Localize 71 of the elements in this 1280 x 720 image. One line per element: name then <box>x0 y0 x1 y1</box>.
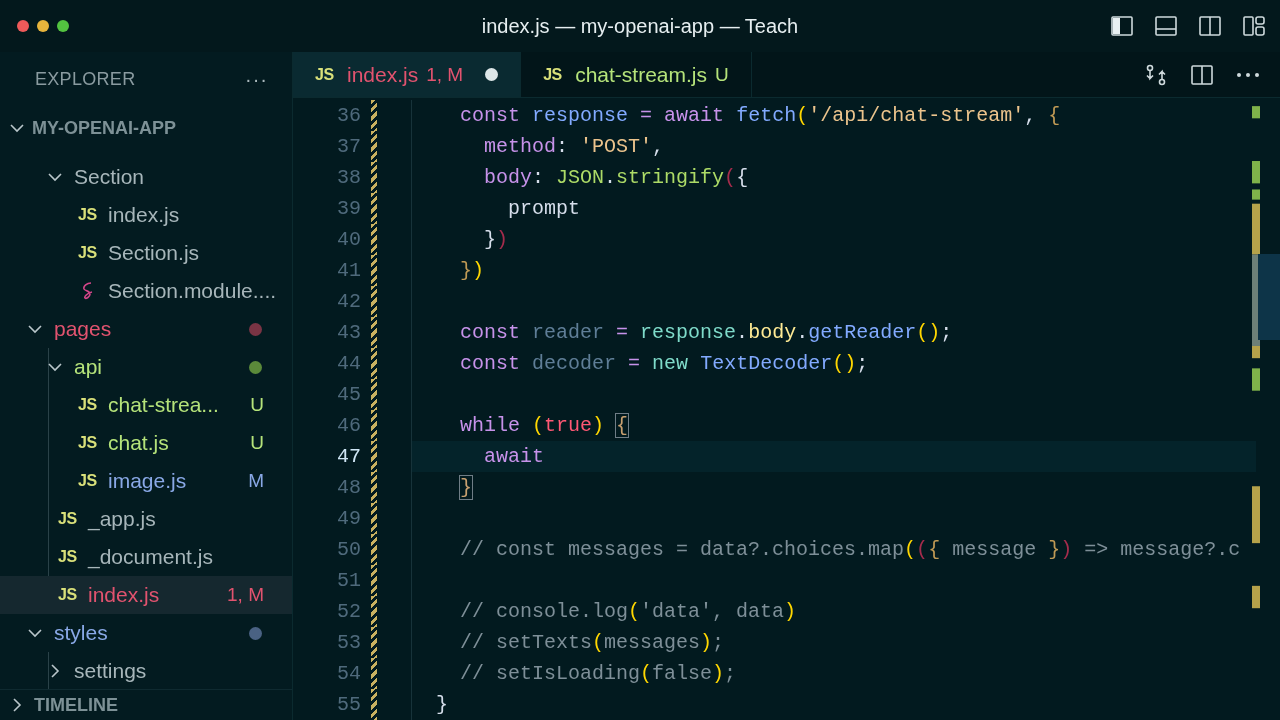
line-number: 46 <box>336 414 361 437</box>
javascript-file-icon: JS <box>543 65 566 84</box>
folder-item[interactable]: settings <box>74 659 147 683</box>
code-line: // setTexts(messages); <box>411 627 1256 658</box>
compare-changes-icon[interactable] <box>1144 62 1168 87</box>
file-item[interactable]: _document.js <box>88 545 213 569</box>
javascript-file-icon: JS <box>78 472 100 490</box>
line-number: 47 <box>336 445 361 468</box>
line-number: 55 <box>336 693 361 716</box>
project-folder[interactable]: MY-OPENAI-APP <box>32 117 177 139</box>
line-number: 36 <box>336 104 361 127</box>
line-number: 49 <box>336 507 361 530</box>
git-status-label: M <box>248 470 264 492</box>
folder-item[interactable]: styles <box>54 621 108 645</box>
code-line: // setIsLoading(false); <box>411 658 1256 689</box>
scrollbar-thumb[interactable] <box>1258 254 1280 340</box>
split-editor-icon[interactable] <box>1190 62 1214 87</box>
layout-grid-icon[interactable] <box>1242 14 1266 38</box>
javascript-file-icon: JS <box>78 434 100 452</box>
line-number: 43 <box>336 321 361 344</box>
secondary-sidebar-icon[interactable] <box>1198 14 1222 38</box>
javascript-file-icon: JS <box>58 548 80 566</box>
javascript-file-icon: JS <box>78 396 100 414</box>
file-item[interactable]: index.js <box>108 203 180 227</box>
folder-item[interactable]: Section <box>74 165 145 189</box>
file-item[interactable]: index.js <box>88 583 160 607</box>
selected-row[interactable]: JS index.js 1, M <box>0 576 292 614</box>
sidebar-title: EXPLORER <box>35 68 136 90</box>
file-item[interactable]: Section.module.... <box>108 279 277 303</box>
line-number: 50 <box>336 538 361 561</box>
close-window-button[interactable] <box>17 20 29 32</box>
file-item[interactable]: chat.js <box>108 431 169 455</box>
line-number: 48 <box>336 476 361 499</box>
folder-item[interactable]: pages <box>54 317 112 341</box>
javascript-file-icon: JS <box>315 65 337 84</box>
line-number: 44 <box>336 352 361 375</box>
line-number: 40 <box>336 228 361 251</box>
git-status-label: U <box>250 432 264 454</box>
line-number: 42 <box>336 290 361 313</box>
maximize-window-button[interactable] <box>57 20 69 32</box>
file-item[interactable]: chat-strea... <box>108 393 219 417</box>
unsaved-dot-icon[interactable] <box>485 68 499 81</box>
editor-tab[interactable]: JS index.js 1, M <box>293 52 522 97</box>
file-item[interactable]: image.js <box>108 469 187 493</box>
javascript-file-icon: JS <box>78 244 100 262</box>
code-line: } <box>411 689 1256 720</box>
line-number: 39 <box>336 197 361 220</box>
line-number: 38 <box>336 166 361 189</box>
folder-item[interactable]: api <box>74 355 103 379</box>
window-title: index.js — my-openai-app — Teach <box>481 14 799 38</box>
line-number: 37 <box>336 135 361 158</box>
line-number: 53 <box>336 631 361 654</box>
minimize-window-button[interactable] <box>37 20 49 32</box>
editor-tab[interactable]: JS chat-stream.js U <box>521 52 752 97</box>
panel-toggle-icon[interactable] <box>1154 14 1178 38</box>
line-number: 52 <box>336 600 361 623</box>
git-status-label: U <box>250 394 264 416</box>
line-number: 51 <box>336 569 361 592</box>
file-item[interactable]: _app.js <box>88 507 156 531</box>
line-number: 45 <box>336 383 361 406</box>
file-item[interactable]: Section.js <box>108 241 200 265</box>
line-number: 41 <box>336 259 361 282</box>
more-actions-button[interactable]: ··· <box>245 67 268 91</box>
timeline-section[interactable]: TIMELINE <box>34 694 118 716</box>
sidebar-toggle-icon[interactable] <box>1110 14 1134 38</box>
git-status-label: 1, M <box>227 584 264 606</box>
line-number: 54 <box>336 662 361 685</box>
javascript-file-icon: JS <box>58 586 80 604</box>
javascript-file-icon: JS <box>58 510 80 528</box>
javascript-file-icon: JS <box>78 206 100 224</box>
more-actions-icon[interactable] <box>1236 71 1260 78</box>
